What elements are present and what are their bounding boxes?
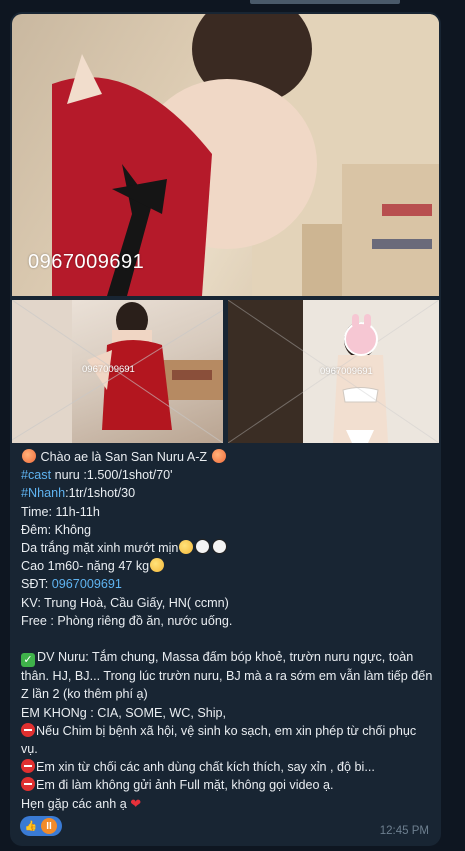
warning-line-1: Nếu Chim bị bệnh xã hội, vệ sinh ko sạch…	[21, 722, 417, 757]
nhanh-line: #Nhanh:1tr/1shot/30	[21, 486, 136, 501]
free-line: Free : Phòng riêng đồ ăn, nước uống.	[21, 613, 233, 628]
thumbs-up-icon: 👍	[24, 820, 38, 832]
heart-icon: ❤	[130, 795, 142, 811]
warning-line-3: Em đi làm không gửi ảnh Full mặt, không …	[21, 776, 433, 794]
tongue-face-icon	[150, 558, 165, 573]
hashtag-nhanh-link[interactable]: #Nhanh	[21, 486, 65, 500]
phone-link[interactable]: 0967009691	[52, 577, 122, 591]
message-bubble: 0967009691 0967009691 0967009691 Chào ae…	[10, 12, 441, 846]
watermark-phone-main: 0967009691	[28, 251, 145, 273]
no-service-line: EM KHONg : CIA, SOME, WC, Ship,	[21, 705, 227, 720]
reactor-avatar: II	[41, 818, 57, 834]
cow-face-icon	[212, 539, 228, 555]
peach-icon	[22, 449, 36, 463]
message-text: Chào ae là San San Nuru A-Z #cast nuru :…	[21, 448, 433, 813]
no-entry-icon	[21, 722, 35, 737]
cast-line: #cast nuru :1.500/1shot/70'	[21, 468, 173, 483]
hashtag-cast-link[interactable]: #cast	[21, 468, 51, 482]
watermark-phone-right: 0967009691	[320, 366, 373, 377]
night-line: Đêm: Không	[21, 522, 92, 537]
skin-line: Da trắng mặt xinh mướt mịn	[21, 539, 433, 557]
top-strip	[0, 0, 465, 8]
no-entry-icon	[21, 759, 35, 774]
photo-right[interactable]: 0967009691	[228, 300, 439, 443]
bunny-sticker-icon	[344, 314, 378, 356]
photo-main[interactable]: 0967009691	[12, 14, 439, 296]
warning-line-2: Em xin từ chối các anh dùng chất kích th…	[21, 758, 433, 776]
height-line: Cao 1m60- nặng 47 kg	[21, 557, 433, 575]
check-mark-icon: ✓	[21, 653, 35, 668]
cow-face-icon	[195, 539, 211, 555]
reaction-chip[interactable]: 👍 II	[20, 816, 62, 836]
phone-line: SĐT: 0967009691	[21, 577, 122, 592]
greeting-line: Chào ae là San San Nuru A-Z	[21, 448, 433, 466]
time-line: Time: 11h-11h	[21, 504, 100, 519]
service-line: ✓ DV Nuru: Tắm chung, Massa đấm bóp khoẻ,…	[21, 650, 433, 702]
message-timestamp: 12:45 PM	[379, 825, 429, 837]
area-line: KV: Trung Hoà, Cầu Giấy, HN( ccmn)	[21, 595, 229, 610]
peach-icon	[211, 449, 226, 463]
watermark-phone-left: 0967009691	[82, 364, 135, 375]
photo-left[interactable]: 0967009691	[12, 300, 223, 443]
scroll-indicator	[250, 0, 400, 4]
smiling-face-icon	[179, 540, 194, 555]
no-entry-icon	[21, 777, 35, 792]
closing-line: Hẹn gặp các anh ạ ❤	[21, 795, 142, 811]
